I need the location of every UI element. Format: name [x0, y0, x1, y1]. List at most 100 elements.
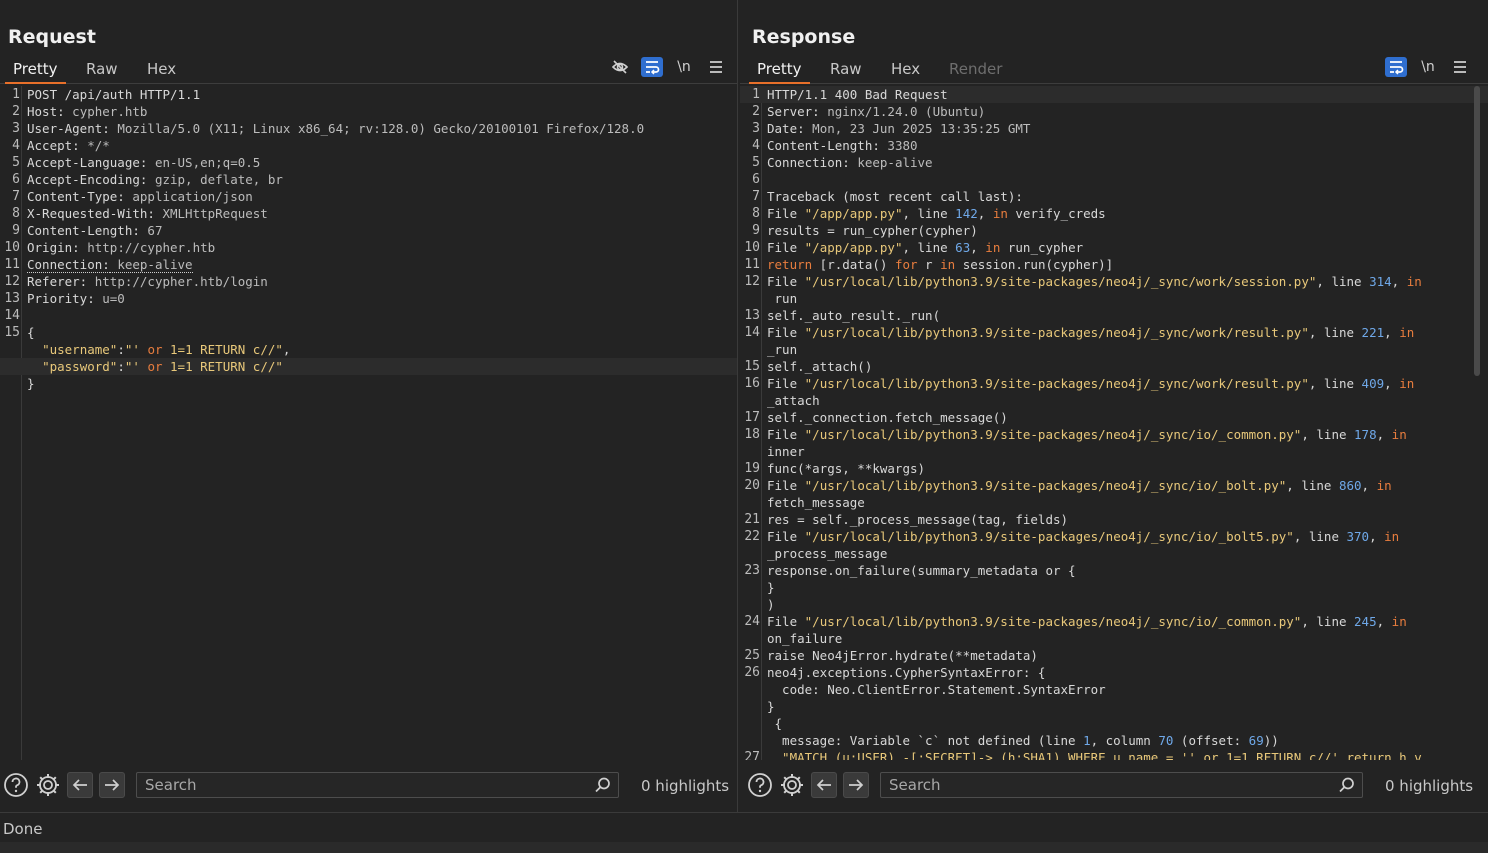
code-line: 3 User-Agent: Mozilla/5.0 (X11; Linux x86… — [0, 120, 737, 137]
line-text: run — [767, 291, 798, 306]
help-icon[interactable] — [747, 772, 773, 798]
help-icon[interactable] — [3, 772, 29, 798]
tab-pretty[interactable]: Pretty — [749, 60, 809, 84]
line-text: File "/usr/local/lib/python3.9/site-pack… — [767, 478, 1392, 493]
menu-icon[interactable] — [1449, 57, 1471, 77]
newline-icon[interactable]: \n — [1417, 57, 1439, 77]
line-text: { — [27, 325, 35, 340]
line-number: 8 — [12, 206, 20, 221]
line-number: 16 — [744, 376, 760, 391]
line-number: 14 — [744, 325, 760, 340]
line-text: _process_message — [767, 546, 888, 561]
tab-raw[interactable]: Raw — [86, 60, 118, 78]
search-icon[interactable] — [1338, 776, 1356, 794]
response-scrollbar[interactable] — [1474, 86, 1480, 376]
arrow-left-icon[interactable] — [811, 772, 837, 798]
line-text: res = self._process_message(tag, fields) — [767, 512, 1069, 527]
line-text: File "/usr/local/lib/python3.9/site-pack… — [767, 529, 1400, 544]
line-number: 26 — [744, 665, 760, 680]
bottom-strip — [0, 842, 1488, 853]
line-number: 25 — [744, 648, 760, 663]
code-line: 18 File "/usr/local/lib/python3.9/site-pa… — [740, 426, 1488, 443]
line-text: File "/app/app.py", line 142, in verify_… — [767, 206, 1106, 221]
line-text: _attach — [767, 393, 820, 408]
code-line: 13 Priority: u=0 — [0, 290, 737, 307]
status-text: Done — [3, 820, 43, 838]
code-line: 24 File "/usr/local/lib/python3.9/site-pa… — [740, 613, 1488, 630]
code-line: } — [0, 375, 737, 392]
wrap-icon[interactable] — [1385, 57, 1407, 77]
line-text: on_failure — [767, 631, 843, 646]
code-line: 11 Connection: keep-alive — [0, 256, 737, 273]
line-number: 1 — [752, 87, 760, 102]
line-number: 20 — [744, 478, 760, 493]
response-title: Response — [752, 26, 856, 48]
code-line: _process_message — [740, 545, 1488, 562]
line-number: 9 — [752, 223, 760, 238]
line-number: 21 — [744, 512, 760, 527]
line-text: func(*args, **kwargs) — [767, 461, 926, 476]
line-text: Accept-Language: en-US,en;q=0.5 — [27, 155, 261, 170]
code-line: code: Neo.ClientError.Statement.SyntaxEr… — [740, 681, 1488, 698]
line-number: 4 — [12, 138, 20, 153]
line-text: Content-Length: 3380 — [767, 138, 918, 153]
gear-icon[interactable] — [779, 772, 805, 798]
line-text: raise Neo4jError.hydrate(**metadata) — [767, 648, 1038, 663]
search-icon[interactable] — [594, 776, 612, 794]
menu-icon[interactable] — [705, 57, 727, 77]
response-search-input[interactable] — [889, 775, 1329, 795]
line-text: Date: Mon, 23 Jun 2025 13:35:25 GMT — [767, 121, 1031, 136]
line-text: self._connection.fetch_message() — [767, 410, 1008, 425]
code-line: on_failure — [740, 630, 1488, 647]
code-line: inner — [740, 443, 1488, 460]
code-line: 3 Date: Mon, 23 Jun 2025 13:35:25 GMT — [740, 120, 1488, 137]
request-editor[interactable]: 1 POST /api/auth HTTP/1.1 2 Host: cypher.ht… — [0, 86, 737, 760]
code-line: 14 File "/usr/local/lib/python3.9/site-pa… — [740, 324, 1488, 341]
tab-render[interactable]: Render — [949, 60, 1002, 78]
code-line: "username":"' or 1=1 RETURN c//", — [0, 341, 737, 358]
hide-icon[interactable] — [609, 57, 631, 77]
wrap-icon[interactable] — [641, 57, 663, 77]
response-editor[interactable]: 1 HTTP/1.1 400 Bad Request 2 Server: nginx/… — [740, 86, 1488, 760]
code-line: 22 File "/usr/local/lib/python3.9/site-pa… — [740, 528, 1488, 545]
arrow-right-icon[interactable] — [843, 772, 869, 798]
response-search-field — [880, 772, 1363, 798]
code-line: 9 results = run_cypher(cypher) — [740, 222, 1488, 239]
code-line: 5 Accept-Language: en-US,en;q=0.5 — [0, 154, 737, 171]
arrow-right-icon[interactable] — [99, 772, 125, 798]
newline-icon[interactable]: \n — [673, 57, 695, 77]
arrow-left-icon[interactable] — [67, 772, 93, 798]
line-number: 14 — [4, 308, 20, 323]
line-text: { — [767, 716, 783, 731]
code-line: 8 X-Requested-With: XMLHttpRequest — [0, 205, 737, 222]
tab-raw[interactable]: Raw — [830, 60, 862, 78]
line-text: Origin: http://cypher.htb — [27, 240, 216, 255]
line-text: inner — [767, 444, 805, 459]
line-text: Content-Type: application/json — [27, 189, 253, 204]
request-search-input[interactable] — [145, 775, 585, 795]
line-text: Traceback (most recent call last): — [767, 189, 1023, 204]
code-line: 5 Connection: keep-alive — [740, 154, 1488, 171]
code-line: 2 Server: nginx/1.24.0 (Ubuntu) — [740, 103, 1488, 120]
line-text: } — [767, 580, 775, 595]
line-number: 10 — [744, 240, 760, 255]
line-text: Accept: */* — [27, 138, 110, 153]
tab-pretty[interactable]: Pretty — [5, 60, 65, 84]
line-number: 7 — [752, 189, 760, 204]
line-text: self._auto_result._run( — [767, 308, 941, 323]
code-line: } — [740, 579, 1488, 596]
line-text: "password":"' or 1=1 RETURN c//" — [42, 359, 283, 374]
line-text: Server: nginx/1.24.0 (Ubuntu) — [767, 104, 986, 119]
code-line: 11 return [r.data() for r in session.run(… — [740, 256, 1488, 273]
code-line: 12 File "/usr/local/lib/python3.9/site-pa… — [740, 273, 1488, 290]
line-text: Referer: http://cypher.htb/login — [27, 274, 268, 289]
line-number: 12 — [744, 274, 760, 289]
tab-hex[interactable]: Hex — [147, 60, 176, 78]
line-text: X-Requested-With: XMLHttpRequest — [27, 206, 268, 221]
line-text: fetch_message — [767, 495, 865, 510]
gear-icon[interactable] — [35, 772, 61, 798]
tab-hex[interactable]: Hex — [891, 60, 920, 78]
code-line: _run — [740, 341, 1488, 358]
code-line: 25 raise Neo4jError.hydrate(**metadata) — [740, 647, 1488, 664]
line-text: HTTP/1.1 400 Bad Request — [767, 87, 948, 102]
